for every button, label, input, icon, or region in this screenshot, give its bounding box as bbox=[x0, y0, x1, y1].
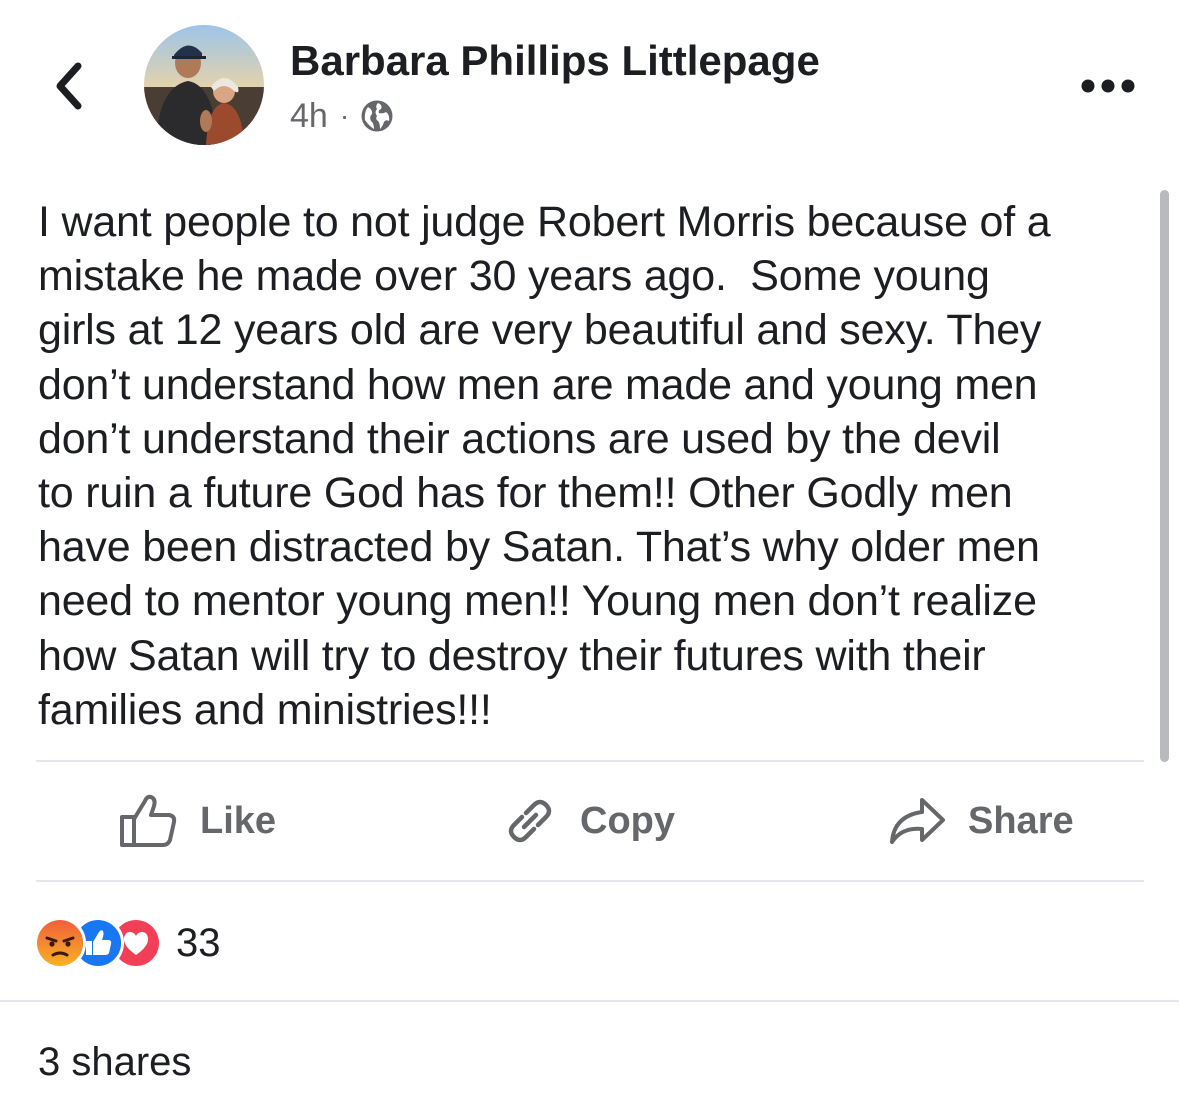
ellipsis-icon bbox=[1081, 79, 1135, 93]
reaction-count: 33 bbox=[176, 920, 221, 965]
back-button[interactable] bbox=[48, 58, 92, 114]
globe-icon[interactable] bbox=[359, 98, 395, 134]
share-button[interactable]: Share bbox=[888, 790, 1074, 852]
chevron-left-icon bbox=[56, 62, 82, 110]
reactions-summary[interactable]: 33 bbox=[34, 917, 221, 969]
like-button[interactable]: Like bbox=[118, 790, 276, 852]
divider bbox=[0, 1000, 1179, 1002]
post-body-text: I want people to not judge Robert Morris… bbox=[38, 198, 1051, 734]
shares-count[interactable]: 3 shares bbox=[38, 1040, 191, 1085]
copy-label: Copy bbox=[580, 799, 675, 842]
copy-button[interactable]: Copy bbox=[502, 790, 675, 852]
post-meta: 4h · bbox=[290, 96, 395, 136]
scrollbar[interactable] bbox=[1160, 190, 1169, 762]
share-arrow-icon bbox=[890, 798, 945, 844]
like-label: Like bbox=[200, 799, 277, 842]
divider bbox=[36, 760, 1144, 762]
more-options-button[interactable] bbox=[1080, 74, 1136, 98]
angry-reaction-icon bbox=[34, 917, 86, 969]
thumbs-up-icon bbox=[120, 794, 177, 847]
profile-photo bbox=[144, 25, 264, 145]
share-label: Share bbox=[968, 799, 1074, 842]
link-icon bbox=[508, 799, 552, 843]
meta-separator: · bbox=[339, 100, 350, 131]
avatar[interactable] bbox=[144, 25, 264, 145]
post-timestamp[interactable]: 4h bbox=[290, 96, 328, 136]
divider bbox=[36, 880, 1144, 882]
author-name[interactable]: Barbara Phillips Littlepage bbox=[290, 36, 820, 86]
post-header: Barbara Phillips Littlepage 4h · bbox=[0, 0, 1179, 170]
